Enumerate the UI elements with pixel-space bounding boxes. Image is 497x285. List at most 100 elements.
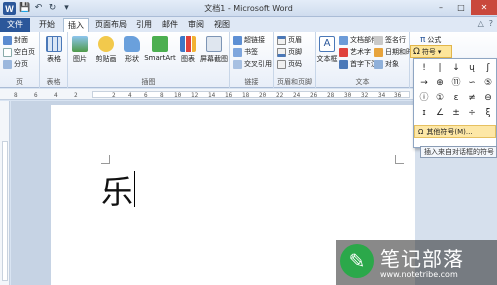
tab-view[interactable]: 视图 (210, 18, 234, 32)
ruler-tick: 26 (310, 92, 318, 99)
symbol-cell[interactable]: ⑤ (480, 76, 496, 91)
textbox-button[interactable]: A 文本框 (316, 36, 338, 64)
minimize-ribbon-button[interactable]: △ (478, 19, 484, 28)
hyperlink-icon (233, 35, 242, 45)
more-symbols-button[interactable]: Ω 其他符号(M)... (414, 125, 496, 138)
wordart-button[interactable]: 艺术字 (339, 47, 371, 57)
page-break-icon (3, 59, 12, 69)
symbol-cell[interactable]: ⊕ (432, 76, 448, 91)
margin-marker-left (101, 155, 110, 164)
symbol-cell[interactable]: ↓ (448, 61, 464, 76)
symbol-cell[interactable]: ÷ (464, 106, 480, 121)
footer-button[interactable]: 页脚 (277, 47, 302, 57)
cross-reference-icon (233, 59, 242, 69)
bookmark-button[interactable]: 书签 (233, 47, 258, 57)
clip-art-label: 剪贴画 (95, 55, 117, 63)
table-button[interactable]: 表格 (42, 36, 66, 64)
group-illustrations-label: 插图 (141, 78, 156, 86)
group-pages-label: 页 (16, 78, 23, 86)
symbol-cell[interactable]: ɪ (416, 106, 432, 121)
tab-home[interactable]: 开始 (34, 18, 60, 32)
window-title: 文档1 - Microsoft Word (204, 4, 293, 13)
clip-art-icon (98, 36, 114, 52)
drop-cap-button[interactable]: 首字下沉 (339, 59, 378, 69)
symbol-cell[interactable]: ʃ (480, 61, 496, 76)
bookmark-icon (233, 47, 242, 57)
wordart-label: 艺术字 (350, 48, 371, 56)
ruler-tick: 8 (160, 92, 164, 99)
symbol-cell[interactable]: ų (464, 61, 480, 76)
symbol-cell[interactable]: ± (448, 106, 464, 121)
ruler-tick: 34 (378, 92, 386, 99)
ruler-tick: 6 (34, 92, 38, 99)
ruler-tick: 30 (344, 92, 352, 99)
tab-insert[interactable]: 插入 (63, 18, 89, 32)
symbol-cell[interactable]: ! (416, 61, 432, 76)
ruler-tick: 10 (174, 92, 182, 99)
page-number-button[interactable]: 页码 (277, 59, 302, 69)
vertical-ruler-text-area (2, 141, 8, 281)
signature-line-button[interactable]: 签名行 (374, 35, 406, 45)
vertical-ruler[interactable] (0, 101, 10, 285)
blank-page-icon (3, 47, 12, 57)
ruler-tick: 22 (276, 92, 284, 99)
object-button[interactable]: 对象 (374, 59, 399, 69)
hyperlink-label: 超链接 (244, 36, 265, 44)
ruler-tick: 2 (74, 92, 78, 99)
tab-mailings[interactable]: 邮件 (158, 18, 182, 32)
header-button[interactable]: 页眉 (277, 35, 302, 45)
cover-page-button[interactable]: 封面 (3, 35, 28, 45)
document-text[interactable]: 乐 (101, 167, 133, 213)
symbol-cell[interactable]: ① (432, 91, 448, 106)
quick-parts-button[interactable]: 文档部件 (339, 35, 378, 45)
page-number-icon (277, 59, 286, 69)
smartart-button[interactable]: SmartArt (144, 36, 176, 62)
tab-file[interactable]: 文件 (0, 18, 30, 32)
shapes-button[interactable]: 形状 (120, 36, 144, 64)
help-button[interactable]: ? (489, 19, 493, 28)
equation-button[interactable]: π 公式 (420, 35, 441, 45)
symbol-cell[interactable]: → (416, 76, 432, 91)
drop-cap-icon (339, 59, 348, 69)
symbol-cell[interactable]: | (432, 61, 448, 76)
group-text-label: 文本 (355, 78, 370, 86)
tab-references[interactable]: 引用 (132, 18, 156, 32)
symbol-cell[interactable]: ∠ (432, 106, 448, 121)
picture-button[interactable]: 图片 (68, 36, 92, 64)
hyperlink-button[interactable]: 超链接 (233, 35, 265, 45)
ruler-tick: 4 (54, 92, 58, 99)
cross-reference-button[interactable]: 交叉引用 (233, 59, 272, 69)
page-break-button[interactable]: 分页 (3, 59, 28, 69)
ruler-tick: 18 (242, 92, 250, 99)
screenshot-button[interactable]: 屏幕截图 (198, 36, 230, 64)
ruler-tick: 16 (225, 92, 233, 99)
symbol-cell[interactable]: ∽ (464, 76, 480, 91)
table-label: 表格 (47, 55, 61, 63)
maximize-button[interactable]: □ (451, 0, 471, 15)
ruler-tick: 12 (191, 92, 199, 99)
ruler-tick: 6 (144, 92, 148, 99)
symbol-cell[interactable]: ⊖ (480, 91, 496, 106)
minimize-button[interactable]: – (431, 0, 451, 15)
symbol-cell[interactable]: ⓘ (416, 91, 432, 106)
tab-page-layout[interactable]: 页面布局 (92, 18, 130, 32)
horizontal-ruler[interactable]: 8 6 4 2 2 4 6 8 10 12 14 16 18 20 22 24 … (0, 89, 415, 100)
symbol-cell[interactable]: ξ (480, 106, 496, 121)
symbol-cell[interactable]: ⑪ (448, 76, 464, 91)
blank-page-label: 空白页 (14, 48, 35, 56)
close-button[interactable]: ✕ (471, 0, 497, 15)
header-icon (277, 35, 286, 45)
tooltip: 插入来自对话框的符号 (420, 146, 497, 158)
symbol-button[interactable]: Ω 符号 ▾ (410, 45, 452, 58)
title-bar: W 💾 ↶ ↻ ▾ 文档1 - Microsoft Word – □ ✕ (0, 0, 497, 17)
cross-reference-label: 交叉引用 (244, 60, 272, 68)
calendar-icon (374, 47, 383, 57)
chart-button[interactable]: 图表 (176, 36, 200, 64)
symbol-cell[interactable]: ≠ (464, 91, 480, 106)
tab-review[interactable]: 审阅 (184, 18, 208, 32)
symbol-cell[interactable]: ɛ (448, 91, 464, 106)
watermark: ✎ 笔记部落 www.notetribe.com (336, 240, 497, 285)
clip-art-button[interactable]: 剪贴画 (92, 36, 120, 64)
blank-page-button[interactable]: 空白页 (3, 47, 35, 57)
bookmark-label: 书签 (244, 48, 258, 56)
